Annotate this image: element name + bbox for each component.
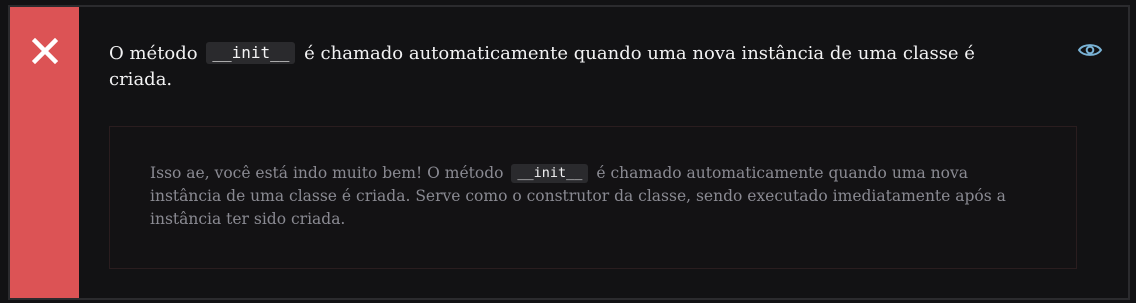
quiz-feedback-card: O método __init__ é chamado automaticame… — [8, 5, 1130, 300]
explanation-text: Isso ae, você está indo muito bem! O mét… — [150, 162, 1040, 231]
question-inline-code: __init__ — [206, 42, 296, 64]
question-text-before: O método — [109, 43, 198, 64]
eye-icon[interactable] — [1077, 40, 1103, 60]
explanation-text-before: Isso ae, você está indo muito bem! O mét… — [150, 164, 504, 182]
close-icon — [32, 38, 58, 64]
feedback-content: O método __init__ é chamado automaticame… — [79, 7, 1128, 298]
question-statement: O método __init__ é chamado automaticame… — [109, 41, 1009, 93]
incorrect-status-bar — [10, 7, 79, 298]
explanation-inline-code: __init__ — [511, 164, 589, 183]
explanation-panel: Isso ae, você está indo muito bem! O mét… — [109, 126, 1077, 269]
